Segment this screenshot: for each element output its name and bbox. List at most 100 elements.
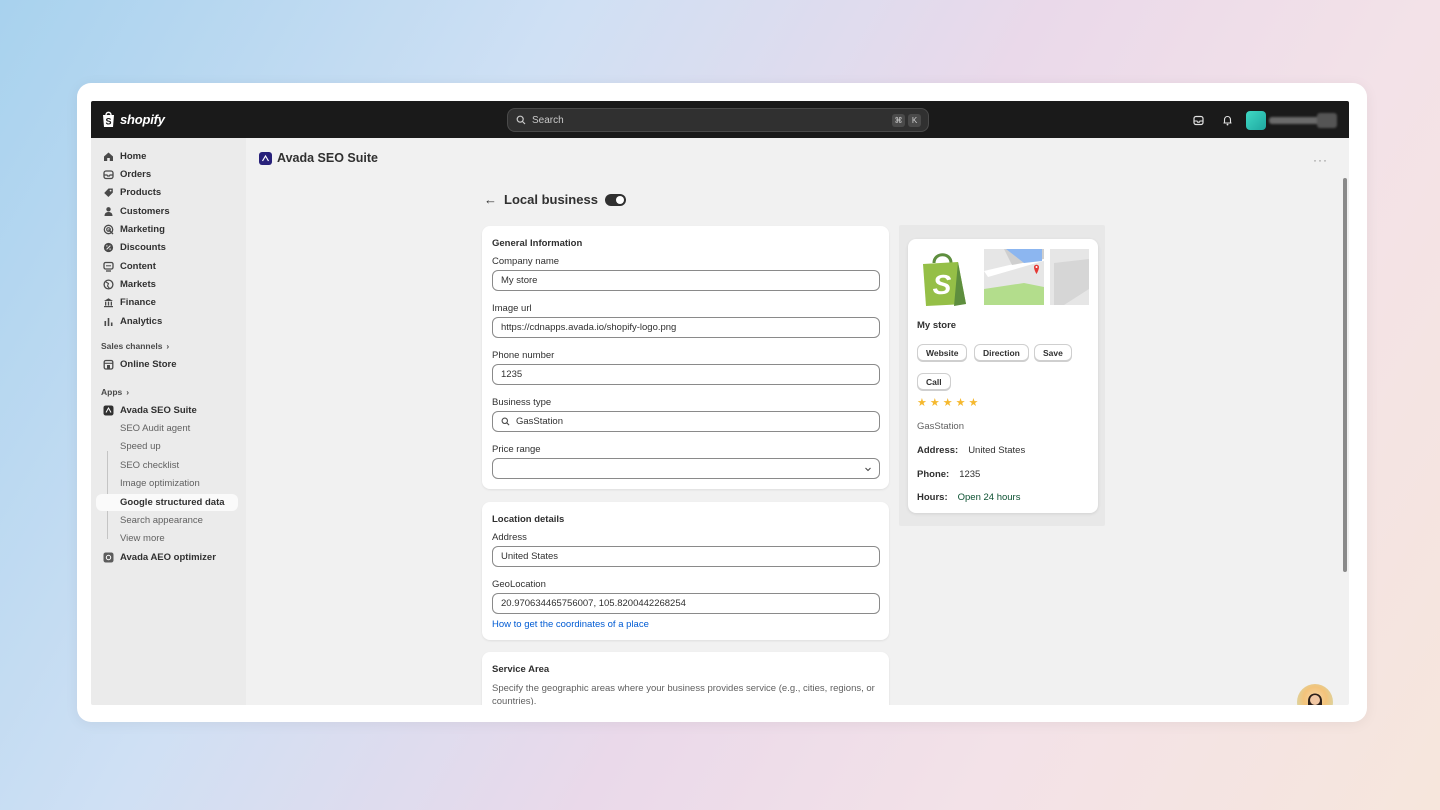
address-val: United States xyxy=(968,445,1026,456)
business-type-value: GasStation xyxy=(516,416,563,427)
tag-icon xyxy=(104,188,113,197)
preview-phone-row: Phone: 1235 xyxy=(917,469,980,480)
svg-text:S: S xyxy=(933,269,952,300)
search-placeholder: Search xyxy=(532,114,564,126)
person-avatar-icon xyxy=(1308,693,1322,705)
sidebar-sub-speed-up[interactable]: Speed up xyxy=(96,438,238,455)
inbox-icon[interactable] xyxy=(1190,112,1206,128)
address-label: Address xyxy=(492,532,527,543)
coordinates-help-link[interactable]: How to get the coordinates of a place xyxy=(492,619,649,630)
direction-button[interactable]: Direction xyxy=(974,344,1029,361)
home-icon xyxy=(104,152,113,161)
shopify-admin: S shopify Search ⌘ K Home Orders Product… xyxy=(91,101,1349,705)
business-type-input[interactable]: GasStation xyxy=(492,411,880,432)
save-button[interactable]: Save xyxy=(1034,344,1072,361)
phone-number-input[interactable]: 1235 xyxy=(492,364,880,385)
image-url-value: https://cdnapps.avada.io/shopify-logo.pn… xyxy=(501,322,677,333)
hours-val: Open 24 hours xyxy=(957,492,1021,503)
account-blurred xyxy=(1317,113,1337,128)
phone-val: 1235 xyxy=(959,469,981,480)
back-arrow-icon[interactable]: ← xyxy=(484,192,497,207)
star-icon: ★ xyxy=(968,397,979,409)
company-name-label: Company name xyxy=(492,256,560,267)
aeo-app-icon xyxy=(103,552,114,562)
apps-label[interactable]: Apps › xyxy=(101,387,129,397)
sidebar-sub-seo-checklist[interactable]: SEO checklist xyxy=(96,457,238,474)
preview-hours-row: Hours: Open 24 hours xyxy=(917,492,1020,503)
support-chat-avatar[interactable] xyxy=(1297,684,1333,705)
address-key: Address: xyxy=(917,445,959,456)
sidebar-item-label: Products xyxy=(120,186,162,198)
sidebar-sub-view-more[interactable]: View more xyxy=(96,530,238,547)
website-button[interactable]: Website xyxy=(917,344,968,361)
chevron-right-icon: › xyxy=(126,387,130,397)
preview-business-type: GasStation xyxy=(917,421,964,432)
app-title-text: Avada SEO Suite xyxy=(277,151,378,165)
business-type-label: Business type xyxy=(492,397,552,408)
page-title: Local business xyxy=(504,192,598,207)
address-input[interactable]: United States xyxy=(492,546,880,567)
sidebar: Home Orders Products Customers Marketing… xyxy=(91,138,246,705)
general-information-title: General Information xyxy=(492,238,583,249)
map-thumbnail[interactable] xyxy=(984,249,1089,305)
price-range-select[interactable] xyxy=(492,458,880,479)
search-icon xyxy=(501,417,510,426)
apps-text: Apps xyxy=(101,387,123,397)
store-name-blurred xyxy=(1269,117,1321,124)
sidebar-item-label: Avada AEO optimizer xyxy=(120,551,216,563)
sidebar-item-customers[interactable]: Customers xyxy=(97,202,237,220)
search-input[interactable]: Search ⌘ K xyxy=(507,108,929,132)
sidebar-item-label: Finance xyxy=(120,296,156,308)
search-icon xyxy=(516,115,526,125)
sidebar-item-orders[interactable]: Orders xyxy=(97,165,237,183)
sidebar-item-avada-aeo[interactable]: Avada AEO optimizer xyxy=(97,548,237,566)
company-name-input[interactable]: My store xyxy=(492,270,880,291)
sidebar-item-content[interactable]: Content xyxy=(97,257,237,275)
business-preview-card: S My store Website Direction Save Call ★… xyxy=(908,239,1098,513)
rating-stars: ★ ★ ★ ★ ★ xyxy=(917,398,978,409)
service-area-title: Service Area xyxy=(492,664,550,675)
discount-icon xyxy=(103,242,114,252)
sidebar-item-finance[interactable]: Finance xyxy=(97,293,237,311)
more-actions-icon[interactable]: ··· xyxy=(1313,153,1328,167)
image-url-label: Image url xyxy=(492,303,532,314)
star-icon: ★ xyxy=(955,397,966,409)
geolocation-input[interactable]: 20.970634465756007, 105.8200442268254 xyxy=(492,593,880,614)
sidebar-item-online-store[interactable]: Online Store xyxy=(97,355,237,373)
sidebar-item-analytics[interactable]: Analytics xyxy=(97,312,237,330)
sales-channels-label[interactable]: Sales channels › xyxy=(101,341,169,351)
sidebar-sub-image-optimization[interactable]: Image optimization xyxy=(96,475,238,492)
sidebar-item-avada-seo[interactable]: Avada SEO Suite xyxy=(97,401,237,419)
sidebar-sub-seo-audit[interactable]: SEO Audit agent xyxy=(96,420,238,437)
sidebar-item-label: Content xyxy=(120,260,156,272)
target-icon xyxy=(103,224,114,234)
sidebar-sub-search-appearance[interactable]: Search appearance xyxy=(96,512,238,529)
call-button[interactable]: Call xyxy=(917,373,951,390)
store-avatar[interactable] xyxy=(1246,111,1266,130)
scrollbar[interactable] xyxy=(1343,178,1347,572)
top-bar: S shopify Search ⌘ K xyxy=(91,101,1349,138)
sidebar-item-home[interactable]: Home xyxy=(97,147,237,165)
content-icon xyxy=(103,261,114,272)
shopify-logo[interactable]: S shopify xyxy=(101,110,165,128)
sidebar-item-label: Analytics xyxy=(120,315,163,327)
sidebar-item-marketing[interactable]: Marketing xyxy=(97,220,237,238)
sidebar-item-label: Orders xyxy=(120,168,152,180)
image-url-input[interactable]: https://cdnapps.avada.io/shopify-logo.pn… xyxy=(492,317,880,338)
page-header: ← Local business xyxy=(484,192,626,207)
phone-number-label: Phone number xyxy=(492,350,555,361)
sidebar-item-markets[interactable]: Markets xyxy=(97,275,237,293)
location-details-title: Location details xyxy=(492,514,565,525)
app-title: Avada SEO Suite xyxy=(259,151,378,165)
phone-key: Phone: xyxy=(917,469,950,480)
svg-text:S: S xyxy=(105,117,111,127)
star-icon: ★ xyxy=(917,397,927,409)
chevron-down-icon xyxy=(865,467,871,472)
sidebar-sub-google-structured-data[interactable]: Google structured data xyxy=(96,494,238,511)
enable-toggle[interactable] xyxy=(604,193,626,206)
bell-icon[interactable] xyxy=(1219,112,1235,128)
sidebar-item-products[interactable]: Products xyxy=(97,183,237,201)
sales-channels-text: Sales channels xyxy=(101,341,163,351)
sidebar-item-label: Avada SEO Suite xyxy=(120,404,197,416)
sidebar-item-discounts[interactable]: Discounts xyxy=(97,238,237,256)
